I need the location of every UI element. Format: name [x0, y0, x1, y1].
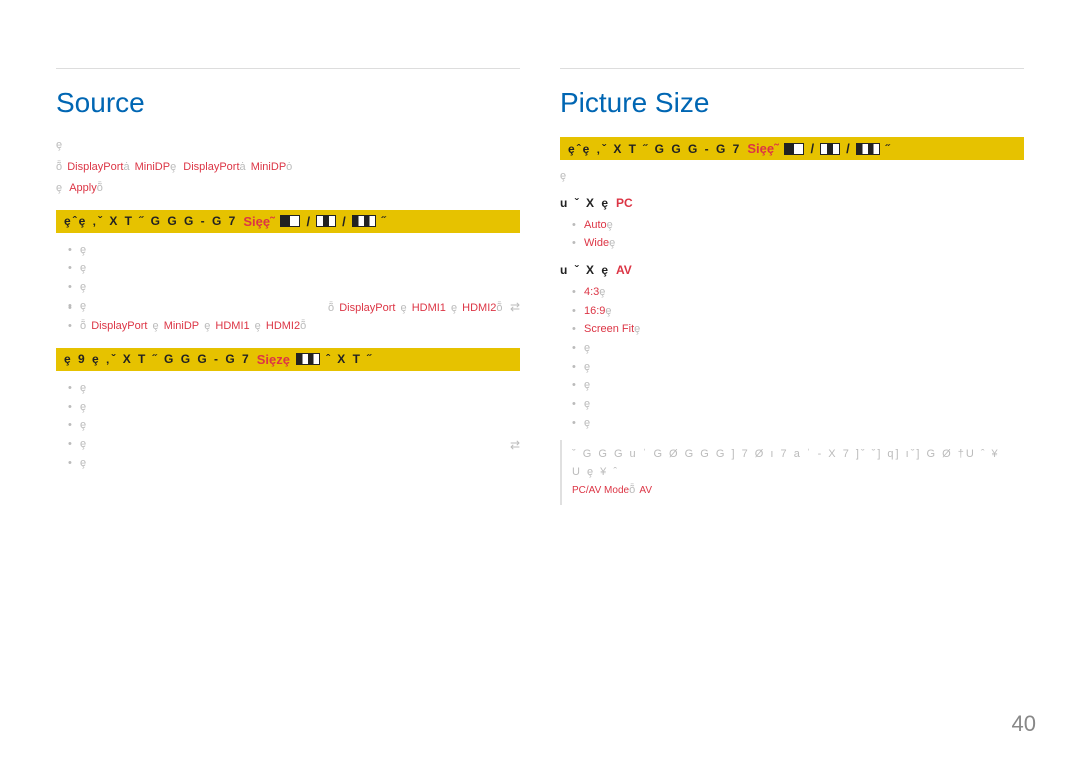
label-wide: Wide [584, 237, 609, 249]
left-column: Source ȩ ȭ DisplayPortȧ MiniDPȩ DisplayP… [56, 54, 520, 505]
label-hdmi1-2: HDMI1 [215, 320, 249, 332]
source-intro-1: ȩ [56, 137, 520, 155]
list-item: ȩ [68, 454, 520, 473]
label-displayport: DisplayPort [67, 161, 123, 173]
label-displayport-2: DisplayPort [183, 161, 239, 173]
subsection-pc: u ˇ X ȩ PC [560, 196, 1024, 210]
list-item: Screen Fitȩ [572, 320, 1024, 339]
list-item: ȩ [572, 376, 1024, 395]
screen-mode-icon-2 [316, 215, 336, 227]
label-screen-fit: Screen Fit [584, 323, 634, 335]
label-minidp-3: MiniDP [164, 320, 199, 332]
label-hdmi2: HDMI2 [462, 302, 496, 314]
section-heading-source: Source [56, 87, 520, 119]
screen-mode-icon [280, 215, 300, 227]
pc-list: Autoȩ Wideȩ [560, 216, 1024, 253]
top-rule-right [560, 68, 1024, 69]
list-item: ȩ [572, 358, 1024, 377]
yellow-heading-left-2: ȩ 9 ȩ ‚ˇ X T ˝ G G G - G 7 Siȩzȩ ˆ X T ˝ [56, 348, 520, 371]
label-av: AV [616, 263, 632, 277]
list-item: ȩ [68, 259, 520, 278]
yellow1-red-text: Siȩȩ˜ [243, 214, 274, 229]
swap-icon-2: ⇄ [510, 435, 520, 455]
screen-mode-icon-3 [352, 215, 376, 227]
right-intro: ȩ [560, 168, 1024, 186]
label-minidp-2: MiniDP [251, 161, 286, 173]
label-apply: Apply [69, 182, 97, 194]
list-item: ȭ DisplayPort ȩ MiniDP ȩ HDMI1 ȩ HDMI2ȭ [68, 317, 520, 336]
left-list-1: ȩ ȩ ȩ ȩ ⇄ ȭ DisplayPort ȩ HDMI1 ȩ HDMI2ȭ… [56, 241, 520, 336]
label-4-3: 4:3 [584, 286, 599, 298]
av-list: 4:3ȩ 16:9ȩ Screen Fitȩ ȩ ȩ ȩ ȩ ȩ [560, 283, 1024, 433]
list-item: ȩ [68, 241, 520, 260]
label-hdmi2-2: HDMI2 [266, 320, 300, 332]
page-number: 40 [1012, 711, 1036, 737]
yellow-heading-left-1: ȩˆȩ ‚ˇ X T ˝ G G G - G 7 Siȩȩ˜ / / ˝ [56, 210, 520, 233]
list-item: ȭ DisplayPort ȩ HDMI1 ȩ HDMI2ȭ [68, 299, 520, 318]
list-item: ȩ [572, 339, 1024, 358]
screen-mode-icon-4 [296, 353, 320, 365]
screen-mode-icon-6 [820, 143, 840, 155]
list-item: Autoȩ [572, 216, 1024, 235]
page-root: Source ȩ ȭ DisplayPortȧ MiniDPȩ DisplayP… [0, 0, 1080, 505]
label-displayport-4: DisplayPort [91, 320, 147, 332]
label-hdmi1: HDMI1 [412, 302, 446, 314]
label-pc-av-mode: PC/AV Mode [572, 485, 629, 496]
list-item: 4:3ȩ [572, 283, 1024, 302]
list-item: ȩ [68, 398, 520, 417]
list-item: ȩ [572, 414, 1024, 433]
label-minidp: MiniDP [135, 161, 170, 173]
label-pc: PC [616, 196, 633, 210]
yellow-heading-right-1: ȩˆȩ ‚ˇ X T ˝ G G G - G 7 Siȩȩ˜ / / ˝ [560, 137, 1024, 160]
screen-mode-icon-5 [784, 143, 804, 155]
list-item: 16:9ȩ [572, 302, 1024, 321]
yellow2-red-text: Siȩzȩ [257, 352, 290, 367]
yellow-right-red-text: Siȩȩ˜ [747, 141, 778, 156]
label-16-9: 16:9 [584, 305, 605, 317]
two-column-layout: Source ȩ ȭ DisplayPortȧ MiniDPȩ DisplayP… [56, 54, 1024, 505]
screen-mode-icon-7 [856, 143, 880, 155]
list-item: ȩ ⇄ [68, 435, 520, 454]
footnote-line-1: ˇ G G G u ˈ G Ø G G G ] 7 Ø ı 7 a ˈ - X … [572, 446, 1014, 481]
list-item: ȩ [68, 379, 520, 398]
list-item: ȩ [68, 278, 520, 297]
section-heading-picture-size: Picture Size [560, 87, 1024, 119]
footnote-block: ˇ G G G u ˈ G Ø G G G ] 7 Ø ı 7 a ˈ - X … [560, 440, 1024, 505]
footnote-line-2: PC/AV Modeȭ AV [572, 482, 1014, 500]
list-item: ȩ [68, 416, 520, 435]
right-column: Picture Size ȩˆȩ ‚ˇ X T ˝ G G G - G 7 Si… [560, 54, 1024, 505]
label-av-2: AV [639, 485, 652, 496]
source-intro-2: ȭ DisplayPortȧ MiniDPȩ DisplayPortȧ Mini… [56, 159, 520, 177]
subsection-av: u ˇ X ȩ AV [560, 263, 1024, 277]
source-intro-3: ȩ Applyȭ [56, 180, 520, 198]
list-item: Wideȩ [572, 234, 1024, 253]
left-list-2: ȩ ȩ ȩ ȩ ⇄ ȩ [56, 379, 520, 472]
list-item: ȩ [572, 395, 1024, 414]
top-rule-left [56, 68, 520, 69]
label-displayport-3: DisplayPort [339, 302, 395, 314]
label-auto: Auto [584, 219, 607, 231]
